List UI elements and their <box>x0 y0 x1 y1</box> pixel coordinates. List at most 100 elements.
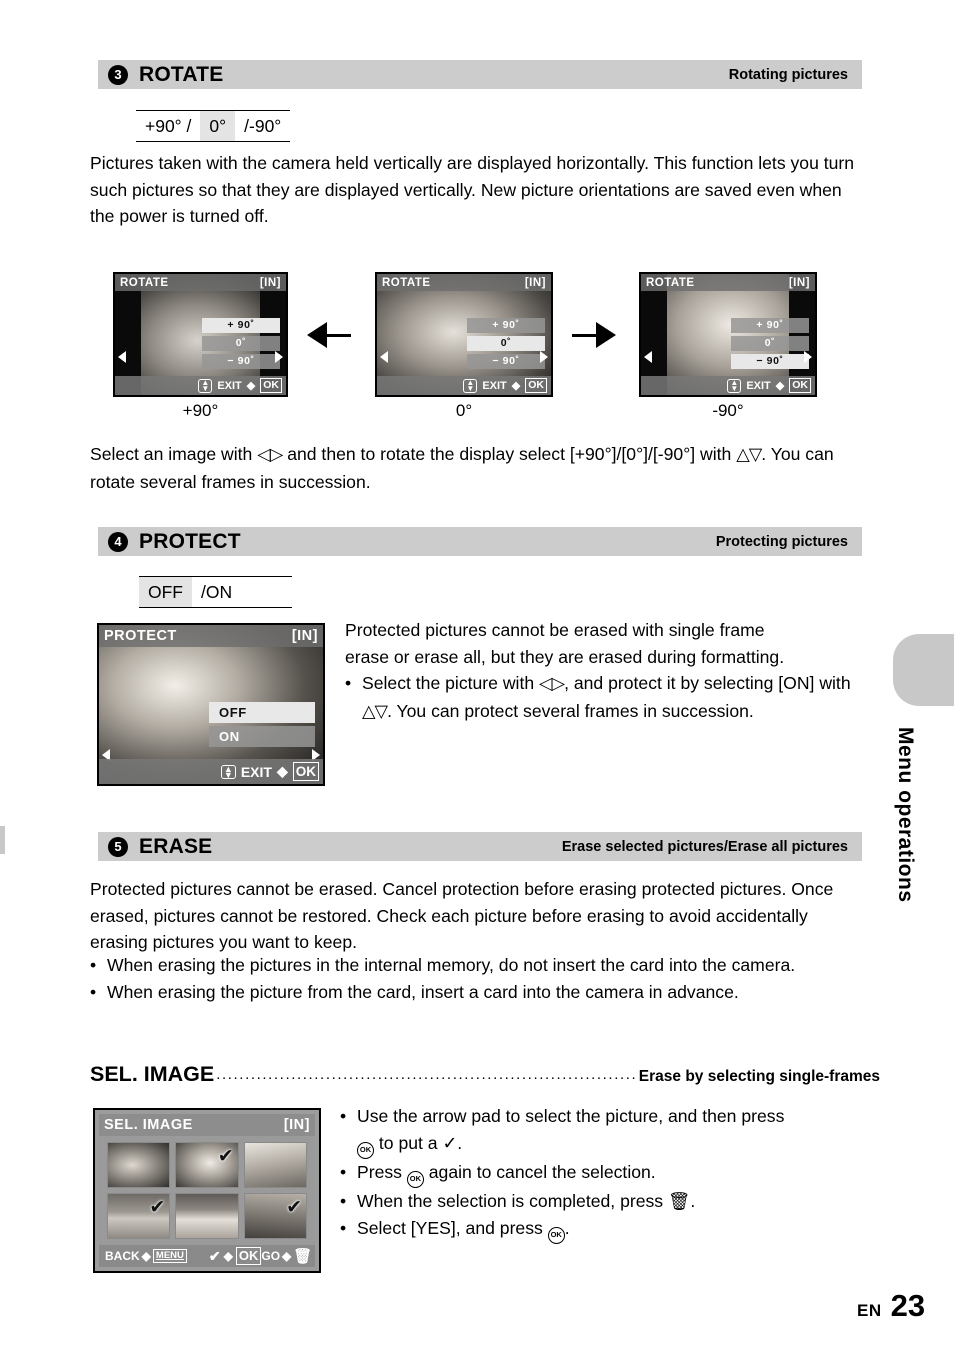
exit-diamond-icon: ◆ <box>246 380 256 392</box>
menu-button-icon[interactable]: MENU <box>152 1249 187 1263</box>
language-code: EN <box>857 1301 882 1320</box>
section-title-protect: PROTECT <box>139 529 241 553</box>
section-header-erase: 5 ERASE Erase selected pictures/Erase al… <box>98 832 862 861</box>
ok-button-icon[interactable]: OK <box>525 378 547 393</box>
section-title-erase: ERASE <box>139 834 213 858</box>
thumbnail-3[interactable] <box>243 1142 307 1188</box>
thumbnail-6[interactable]: ✔ <box>243 1193 307 1239</box>
right-arrow-icon[interactable] <box>275 351 283 363</box>
rotate-menu-item-zero[interactable]: 0˚ <box>202 336 280 351</box>
protect-menu-item-off[interactable]: OFF <box>209 702 315 723</box>
side-tab-label: Menu operations <box>894 727 917 903</box>
rotate-screen-minus90-menu: + 90˚ 0˚ − 90˚ <box>731 318 809 369</box>
updown-pad-icon: ▲ ▼ <box>727 378 742 393</box>
rotate-caption-minus90: -90° <box>712 401 744 420</box>
rotate-screen-plus90: ROTATE [IN] + 90˚ 0˚ − 90˚ ▲ ▼ EXIT ◆ OK <box>113 272 288 397</box>
left-arrow-icon[interactable] <box>644 351 652 363</box>
check-icon: ✔ <box>149 1196 166 1218</box>
rotate-menu-item-minus90[interactable]: − 90˚ <box>467 354 545 369</box>
bullet-dot-icon: • <box>340 1218 347 1238</box>
go-diamond-icon: ◆ <box>282 1249 292 1263</box>
arrow-right-rotate <box>572 322 616 348</box>
rotate-option-minus90: /-90° <box>244 116 282 136</box>
leader-dots: ........................................… <box>216 1066 637 1083</box>
left-right-arrow-icon: ◁▷ <box>539 674 565 694</box>
right-arrow-icon[interactable] <box>540 351 548 363</box>
erase-body-text: Protected pictures cannot be erased. Can… <box>90 879 834 952</box>
trash-can-icon: 🗑 <box>667 1191 691 1212</box>
protect-screen: PROTECT [IN] OFF ON ▲ ▼ EXIT ◆ OK <box>97 623 325 786</box>
rotate-menu-item-plus90[interactable]: + 90˚ <box>467 318 545 333</box>
ok-button-icon[interactable]: OK <box>235 1247 262 1265</box>
thumbnail-2[interactable]: ✔ <box>175 1142 239 1188</box>
protect-screen-menu: OFF ON <box>209 702 315 747</box>
section-number-rotate: 3 <box>108 64 128 85</box>
ok-button-icon[interactable]: OK <box>292 762 319 781</box>
protect-body-text: Protected pictures cannot be erased with… <box>345 617 867 725</box>
thumbnail-5[interactable] <box>175 1193 239 1239</box>
section-subtitle-rotate: Rotating pictures <box>728 66 848 83</box>
rotate-screen-zero-header: ROTATE [IN] <box>377 274 551 291</box>
rotate-screen-plus90-menu: + 90˚ 0˚ − 90˚ <box>202 318 280 369</box>
sel-image-heading-left: SEL. IMAGE <box>90 1062 215 1086</box>
rotate-caption-plus90: +90° <box>182 401 219 420</box>
section-subtitle-erase: Erase selected pictures/Erase all pictur… <box>561 838 848 855</box>
protect-option-on: /ON <box>201 582 233 602</box>
ok-button-icon[interactable]: OK <box>789 378 811 393</box>
exit-label: EXIT <box>217 379 242 392</box>
ok-button-icon: OK <box>357 1141 374 1159</box>
bullet-dot-icon: • <box>340 1161 347 1182</box>
up-down-arrow-icon: △▽ <box>362 701 388 722</box>
left-right-arrow-icon: ◁▷ <box>257 445 283 465</box>
left-arrow-icon[interactable] <box>380 351 388 363</box>
erase-bullet-1: • When erasing the pictures in the inter… <box>90 952 880 979</box>
sel-image-bullet1-part2: to put a <box>378 1132 438 1153</box>
section-subtitle-protect: Protecting pictures <box>715 533 848 550</box>
check-icon: ✓ <box>442 1133 458 1154</box>
thumbnail-1[interactable] <box>107 1142 171 1188</box>
sel-image-bullet-1: • Use the arrow pad to select the pictur… <box>340 1103 870 1159</box>
ok-button-icon[interactable]: OK <box>260 378 282 393</box>
rotate-screen-zero: ROTATE [IN] + 90˚ 0˚ − 90˚ ▲ ▼ EXIT ◆ OK <box>375 272 553 397</box>
protect-screen-bottombar: ▲ ▼ EXIT ◆ OK <box>99 759 323 784</box>
rotate-screen-minus90-memory: [IN] <box>788 276 810 289</box>
arrow-left-rotate <box>307 322 351 348</box>
trash-can-icon[interactable]: 🗑 <box>293 1247 312 1265</box>
section-number-erase: 5 <box>108 836 128 857</box>
rotate-menu-item-zero[interactable]: 0˚ <box>731 336 809 351</box>
protect-menu-item-on[interactable]: ON <box>209 726 315 747</box>
left-arrow-icon[interactable] <box>118 351 126 363</box>
bullet-dot-icon: • <box>340 1106 347 1126</box>
sel-image-heading-right: Erase by selecting single-frames <box>638 1068 880 1085</box>
go-label: GO <box>261 1249 281 1263</box>
side-tab-shape <box>893 634 954 706</box>
protect-screen-title: PROTECT <box>104 628 177 644</box>
rotate-menu-item-plus90[interactable]: + 90˚ <box>202 318 280 333</box>
exit-diamond-icon: ◆ <box>775 380 785 392</box>
rotate-caption-zero: 0° <box>455 401 473 420</box>
sel-image-screen-header: SEL. IMAGE [IN] <box>99 1114 315 1136</box>
thumbnail-4[interactable]: ✔ <box>107 1193 171 1239</box>
rotate-menu-item-zero[interactable]: 0˚ <box>467 336 545 351</box>
rotate-screen-minus90-title: ROTATE <box>646 276 695 289</box>
sel-image-bullet-4: • Select [YES], and press OK. <box>340 1215 870 1244</box>
back-diamond-icon: ◆ <box>141 1249 151 1263</box>
rotate-menu-item-minus90[interactable]: − 90˚ <box>202 354 280 369</box>
protect-bullet1-part2: , and protect it by selecting <box>564 673 774 693</box>
erase-bullet-1-text: When erasing the pictures in the interna… <box>107 955 796 975</box>
protect-bullet1-part5: succession. <box>661 700 754 721</box>
right-arrow-icon[interactable] <box>804 351 812 363</box>
rotate-instruction-part2: and then to rotate the display select [+… <box>287 444 732 464</box>
rotate-menu-item-minus90[interactable]: − 90˚ <box>731 354 809 369</box>
rotate-screen-plus90-memory: [IN] <box>259 276 281 289</box>
check-icon: ✔ <box>217 1145 234 1167</box>
exit-diamond-icon: ◆ <box>276 763 288 779</box>
rotate-screen-minus90: ROTATE [IN] + 90˚ 0˚ − 90˚ ▲ ▼ EXIT ◆ OK <box>639 272 817 397</box>
bullet-dot-icon: • <box>90 981 97 1002</box>
rotate-screen-zero-memory: [IN] <box>524 276 546 289</box>
exit-label: EXIT <box>240 763 272 780</box>
rotate-menu-item-plus90[interactable]: + 90˚ <box>731 318 809 333</box>
page-number: 23 <box>890 1288 926 1323</box>
back-label: BACK <box>105 1249 140 1263</box>
rotate-screen-minus90-header: ROTATE [IN] <box>641 274 815 291</box>
